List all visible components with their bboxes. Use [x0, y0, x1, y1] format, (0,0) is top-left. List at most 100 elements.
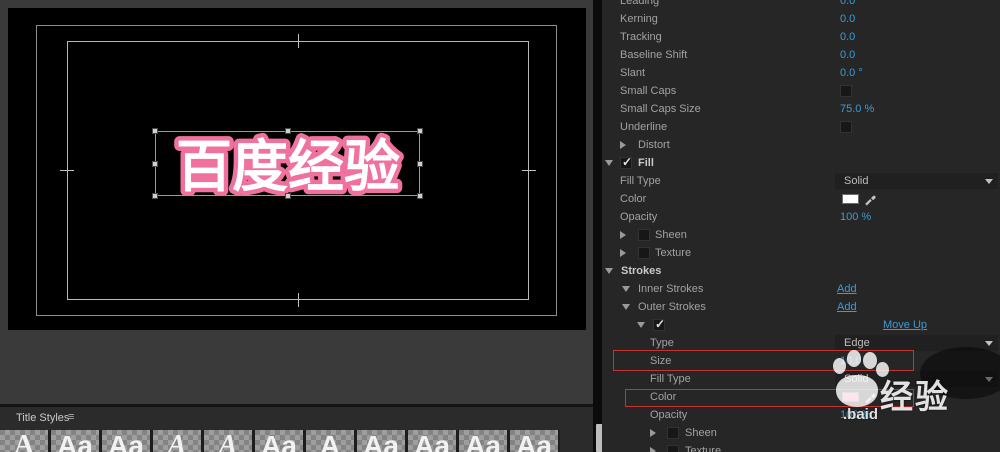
fill-color-swatch[interactable] — [842, 194, 859, 204]
prop-row-tracking: Tracking 0.0 — [602, 28, 1000, 46]
prop-row-sheen: Sheen — [602, 226, 1000, 244]
small-caps-checkbox[interactable] — [840, 85, 852, 97]
highlight-box-size — [613, 350, 914, 371]
center-tick-top — [298, 34, 299, 48]
selected-text-object[interactable]: 百度经验 — [155, 131, 420, 196]
chevron-down-icon — [985, 179, 993, 184]
tracking-value[interactable]: 0.0 — [840, 31, 855, 43]
fill-opacity-value[interactable]: 100 % — [840, 211, 871, 223]
prop-row-small-caps: Small Caps — [602, 82, 1000, 100]
prop-row-underline: Underline — [602, 118, 1000, 136]
style-thumbnail[interactable]: Aa — [459, 430, 507, 452]
panel-divider — [593, 0, 602, 452]
expand-triangle-icon[interactable] — [620, 141, 626, 149]
checkmark-icon: ✓ — [622, 155, 632, 169]
title-properties-panel: Leading 0.0 Kerning 0.0 Tracking 0.0 Bas… — [602, 0, 1000, 452]
collapse-triangle-icon[interactable] — [637, 322, 645, 328]
prop-row-fill-type: Fill Type Solid — [602, 172, 1000, 190]
prop-row-stroke-texture: Texture — [602, 442, 1000, 452]
title-preview-panel: 百度经验 — [0, 0, 593, 404]
center-tick-bottom — [298, 293, 299, 307]
collapse-triangle-icon[interactable] — [622, 304, 630, 310]
kerning-value[interactable]: 0.0 — [840, 13, 855, 25]
collapse-triangle-icon[interactable] — [622, 286, 630, 292]
selection-handle-se[interactable] — [417, 193, 423, 199]
stroke-opacity-value[interactable]: 100 % — [840, 409, 871, 421]
prop-row-kerning: Kerning 0.0 — [602, 10, 1000, 28]
title-styles-panel: Title Styles ≡ A Aa Aa A A Aa A Aa Aa Aa… — [0, 404, 593, 452]
prop-row-stroke-opacity: Opacity 100 % — [602, 406, 1000, 424]
sheen-checkbox[interactable] — [638, 229, 650, 241]
selection-handle-n[interactable] — [285, 128, 291, 134]
fill-type-dropdown[interactable]: Solid — [835, 173, 998, 189]
style-thumbnail[interactable]: Aa — [510, 430, 558, 452]
selection-handle-ne[interactable] — [417, 128, 423, 134]
svg-text:百度经验: 百度经验 — [176, 135, 400, 198]
prop-row-baseline-shift: Baseline Shift 0.0 — [602, 46, 1000, 64]
prop-row-fill-color: Color — [602, 190, 1000, 208]
add-outer-stroke-link[interactable]: Add — [837, 301, 857, 313]
eyedropper-icon[interactable] — [864, 192, 877, 206]
stroke-type-dropdown[interactable]: Edge — [835, 335, 998, 351]
prop-row-small-caps-size: Small Caps Size 75.0 % — [602, 100, 1000, 118]
expand-triangle-icon[interactable] — [620, 249, 626, 257]
collapse-triangle-icon[interactable] — [605, 268, 613, 274]
stroke-fill-type-dropdown[interactable]: Solid — [835, 371, 998, 387]
prop-row-distort: Distort — [602, 136, 1000, 154]
title-styles-header: Title Styles ≡ — [0, 407, 593, 428]
stroke-texture-checkbox[interactable] — [667, 445, 679, 452]
prop-row-strokes: Strokes — [602, 262, 1000, 280]
prop-row-stroke-sheen: Sheen — [602, 424, 1000, 442]
stroke-sheen-checkbox[interactable] — [667, 427, 679, 439]
prop-row-stroke-enable: ✓ Move Up — [602, 316, 1000, 334]
selection-handle-nw[interactable] — [152, 128, 158, 134]
center-tick-left — [60, 170, 74, 171]
prop-row-inner-strokes: Inner Strokes Add — [602, 280, 1000, 298]
stroke-enable-checkbox[interactable]: ✓ — [653, 319, 665, 331]
expand-triangle-icon[interactable] — [650, 447, 656, 452]
style-thumbnail[interactable]: A — [153, 430, 201, 452]
selection-handle-sw[interactable] — [152, 193, 158, 199]
prop-row-fill: ✓ Fill — [602, 154, 1000, 172]
style-thumbnail[interactable]: Aa — [357, 430, 405, 452]
underline-checkbox[interactable] — [840, 121, 852, 133]
expand-triangle-icon[interactable] — [620, 231, 626, 239]
fill-enable-checkbox[interactable]: ✓ — [620, 157, 632, 169]
collapse-triangle-icon[interactable] — [605, 160, 613, 166]
texture-checkbox[interactable] — [638, 247, 650, 259]
legacy-title-editor-window: 百度经验 Title Styles ≡ A Aa Aa A A Aa — [0, 0, 1000, 452]
prop-row-leading: Leading 0.0 — [602, 0, 1000, 10]
styled-title-text: 百度经验 — [150, 126, 427, 203]
checkmark-icon: ✓ — [655, 317, 665, 331]
style-thumbnail[interactable]: A — [0, 430, 48, 452]
title-styles-label: Title Styles — [16, 412, 69, 424]
selection-handle-w[interactable] — [152, 161, 158, 167]
move-up-link[interactable]: Move Up — [883, 319, 927, 331]
style-thumbnail[interactable]: Aa — [51, 430, 99, 452]
style-thumbnail[interactable]: Aa — [255, 430, 303, 452]
prop-row-fill-opacity: Opacity 100 % — [602, 208, 1000, 226]
baseline-shift-value[interactable]: 0.0 — [840, 49, 855, 61]
style-thumbnail[interactable]: Aa — [102, 430, 150, 452]
add-inner-stroke-link[interactable]: Add — [837, 283, 857, 295]
highlight-box-color — [625, 389, 914, 407]
slant-value[interactable]: 0.0 ° — [840, 67, 863, 79]
prop-row-texture: Texture — [602, 244, 1000, 262]
selection-handle-e[interactable] — [417, 161, 423, 167]
title-styles-strip: A Aa Aa A A Aa A Aa Aa Aa Aa — [0, 430, 560, 452]
chevron-down-icon — [985, 341, 993, 346]
style-thumbnail[interactable]: A — [306, 430, 354, 452]
expand-triangle-icon[interactable] — [650, 429, 656, 437]
chevron-down-icon — [985, 377, 993, 382]
style-thumbnail[interactable]: A — [204, 430, 252, 452]
prop-row-outer-strokes: Outer Strokes Add — [602, 298, 1000, 316]
prop-row-slant: Slant 0.0 ° — [602, 64, 1000, 82]
small-caps-size-value[interactable]: 75.0 % — [840, 103, 874, 115]
selection-handle-s[interactable] — [285, 193, 291, 199]
title-canvas[interactable]: 百度经验 — [8, 8, 586, 330]
leading-value[interactable]: 0.0 — [840, 0, 855, 7]
prop-row-stroke-fill-type: Fill Type Solid — [602, 370, 1000, 388]
panel-menu-icon[interactable]: ≡ — [68, 411, 74, 423]
center-tick-right — [522, 170, 536, 171]
style-thumbnail[interactable]: Aa — [408, 430, 456, 452]
